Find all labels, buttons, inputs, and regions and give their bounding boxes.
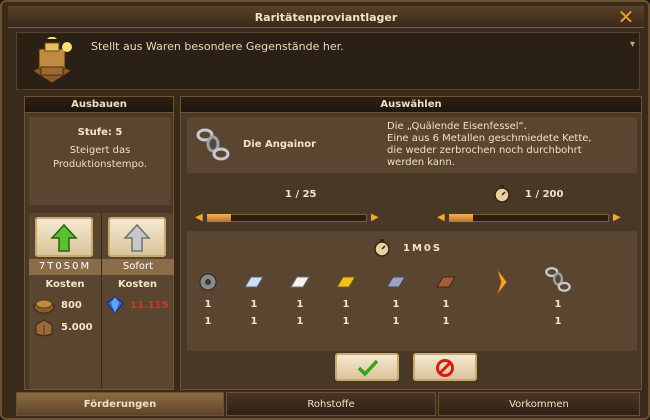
resource-amount: 1 (554, 299, 562, 310)
chain-icon (545, 266, 571, 292)
checkmark-icon (357, 359, 379, 377)
diamond-icon (106, 296, 124, 314)
title-bar: Raritätenproviantlager ✕ (8, 6, 644, 28)
resource-gold: 1 1 (333, 271, 359, 327)
resource-amount: 1 (442, 299, 450, 310)
resource-output: 1 1 (543, 265, 573, 327)
stopwatch-icon (374, 239, 390, 257)
description-line: Produktionstempo. (53, 159, 147, 170)
cost-coins: 800 (33, 295, 82, 317)
cost-supplies: 5.000 (33, 317, 93, 339)
quantity-counter: 1 / 25 (285, 189, 317, 200)
select-header: Auswählen (181, 97, 641, 113)
cost-diamonds: 11.115 (106, 295, 169, 317)
slider-track (207, 214, 367, 222)
resource-amount: 1 (204, 316, 212, 327)
upgrade-header: Ausbauen (25, 97, 173, 113)
supplies-icon (35, 319, 53, 337)
resource-amount: 1 (296, 316, 304, 327)
instant-upgrade-button[interactable] (108, 217, 166, 257)
time-slider[interactable]: ◀ ▶ (437, 212, 623, 223)
resource-mithril: 1 1 (383, 271, 409, 327)
upgrade-button[interactable] (35, 217, 93, 257)
copper-bar-icon (436, 276, 456, 288)
upgrade-column: 7T0S0M Kosten 800 5.000 (29, 213, 101, 389)
cancel-icon (436, 359, 454, 377)
resource-amount: 1 (342, 316, 350, 327)
cost-supplies-value: 5.000 (61, 322, 93, 333)
resource-amount: 1 (250, 316, 258, 327)
instant-column: Sofort Kosten 11.115 (101, 213, 174, 389)
recipe-box: 1M0S 1 1 1 1 1 1 1 1 1 1 1 1 1 1 (187, 231, 637, 351)
slider-left-arrow-icon[interactable]: ◀ (195, 212, 203, 223)
cost-diamonds-value: 11.115 (130, 300, 169, 311)
arrow-up-icon (123, 223, 151, 252)
resource-amount: 1 (442, 316, 450, 327)
item-box: Die Angainor Die „Quälende Eisenfessel“.… (187, 117, 637, 173)
window-title: Raritätenproviantlager (254, 11, 398, 24)
upgrade-time: 7T0S0M (29, 259, 101, 275)
level-text: Stufe: 5 (77, 127, 123, 138)
arrow-up-icon (50, 223, 78, 252)
item-description-line: Eine aus 6 Metallen geschmiedete Kette, (387, 133, 592, 144)
resource-amount: 1 (392, 299, 400, 310)
instant-label: Sofort (102, 259, 174, 275)
coin-icon (33, 299, 55, 314)
mithril-bar-icon (386, 276, 406, 288)
resource-amount: 1 (554, 316, 562, 327)
slider-fill (449, 214, 473, 222)
gold-bar-icon (336, 276, 356, 288)
costs-label: Kosten (117, 279, 158, 290)
item-name: Die Angainor (243, 139, 317, 150)
resource-amount: 1 (204, 299, 212, 310)
resource-gear-metal: 1 1 (195, 271, 221, 327)
chain-icon (196, 128, 230, 161)
stopwatch-icon (494, 185, 510, 203)
resource-silver: 1 1 (241, 271, 267, 327)
slider-track (449, 214, 609, 222)
cancel-button[interactable] (413, 353, 477, 381)
cost-coins-value: 800 (61, 300, 82, 311)
caret-down-icon: ▾ (629, 39, 635, 50)
tab-foerderungen[interactable]: Förderungen (16, 392, 224, 416)
duration-text: 1M0S (403, 243, 443, 254)
building-icon (32, 37, 72, 84)
resource-amount: 1 (392, 316, 400, 327)
quantity-slider[interactable]: ◀ ▶ (195, 212, 381, 223)
confirm-button[interactable] (335, 353, 399, 381)
level-description: Steigert das Produktionstempo. (29, 144, 171, 172)
bottom-tabs: Förderungen Rohstoffe Vorkommen (16, 392, 640, 416)
silver-bar-icon (244, 276, 264, 288)
platinum-bar-icon (290, 276, 310, 288)
resource-amount: 1 (250, 299, 258, 310)
tab-rohstoffe[interactable]: Rohstoffe (226, 392, 436, 416)
slider-right-arrow-icon[interactable]: ▶ (371, 212, 379, 223)
arrow-right-icon (496, 268, 508, 296)
item-description: Die „Quälende Eisenfessel“. Eine aus 6 M… (387, 121, 592, 169)
time-counter: 1 / 200 (525, 189, 564, 200)
resource-amount: 1 (342, 299, 350, 310)
item-description-line: werden kann. (387, 157, 455, 168)
select-panel: Auswählen Die Angainor Die „Quälende Eis… (180, 96, 642, 390)
resource-amount: 1 (296, 299, 304, 310)
item-description-line: Die „Quälende Eisenfessel“. (387, 121, 527, 132)
close-icon[interactable]: ✕ (616, 7, 636, 28)
item-description-line: die weder zerbrochen noch durchbohrt (387, 145, 582, 156)
slider-right-arrow-icon[interactable]: ▶ (613, 212, 621, 223)
costs-label: Kosten (45, 279, 85, 290)
description-line: Steigert das (69, 145, 131, 156)
resource-copper: 1 1 (433, 271, 459, 327)
rarity-storage-window: Raritätenproviantlager ✕ Stellt aus Ware… (0, 0, 650, 420)
tab-vorkommen[interactable]: Vorkommen (438, 392, 640, 416)
info-bar: Stellt aus Waren besondere Gegenstände h… (16, 32, 640, 90)
upgrade-panel: Ausbauen Stufe: 5 Steigert das Produktio… (24, 96, 174, 390)
slider-left-arrow-icon[interactable]: ◀ (437, 212, 445, 223)
resource-platinum: 1 1 (287, 271, 313, 327)
gear-metal-icon (199, 273, 217, 291)
info-text: Stellt aus Waren besondere Gegenstände h… (91, 40, 344, 53)
level-box: Stufe: 5 Steigert das Produktionstempo. (29, 117, 171, 205)
slider-fill (207, 214, 231, 222)
